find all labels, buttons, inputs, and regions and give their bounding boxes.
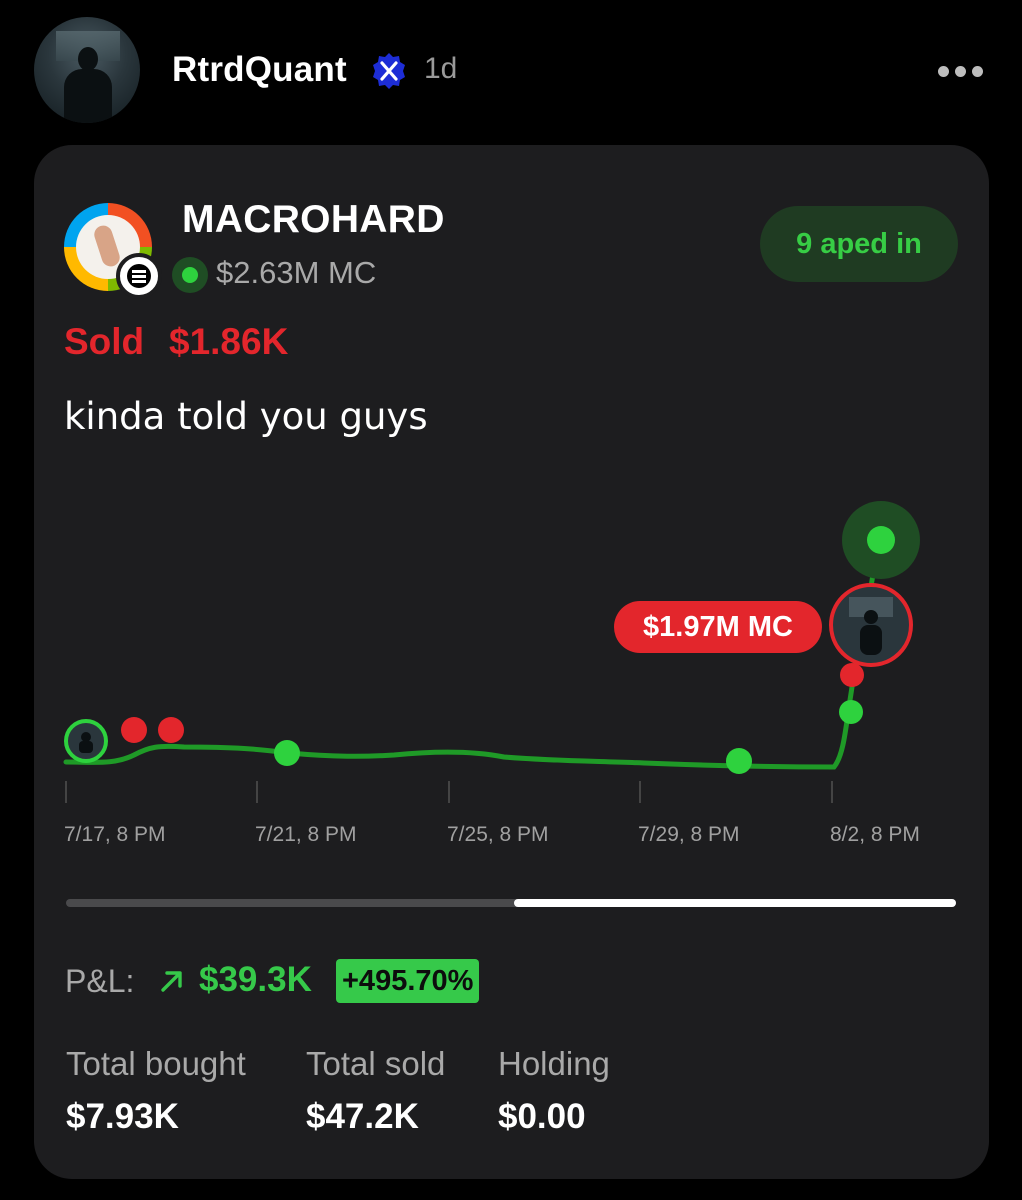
post-time: 1d [424,52,458,85]
post-caption: kinda told you guys [64,395,428,438]
x-tick-label-1: 7/21, 8 PM [255,823,357,846]
trade-action-label: Sold [64,321,145,362]
x-axis: 7/17, 8 PM 7/21, 8 PM 7/25, 8 PM 7/29, 8… [64,781,920,846]
annotation-text: $1.97M MC [643,611,793,643]
total-bought-value: $7.93K [66,1097,179,1136]
avatar-figure-body [64,69,112,123]
avatar-figure-head [78,47,98,71]
aped-in-button[interactable]: 9 aped in [760,206,958,282]
sell-marker[interactable] [840,663,864,687]
trade-markers: $1.97M MC [64,501,920,774]
total-sold-value: $47.2K [306,1097,419,1136]
trade-amount: $1.86K [169,321,289,362]
start-avatar-marker[interactable] [64,719,108,763]
trade-card[interactable]: MACROHARD $2.63M MC 9 aped in Sold $1.86… [34,145,989,1179]
token-name[interactable]: MACROHARD [182,198,445,242]
x-tick-label-3: 7/29, 8 PM [638,823,740,846]
token-market-cap: $2.63M MC [216,255,377,290]
buy-marker[interactable] [839,700,863,724]
holding-value: $0.00 [498,1097,586,1136]
arrow-up-right-icon [161,971,182,992]
pnl-value: $39.3K [199,960,312,999]
sell-marker[interactable] [158,717,184,743]
buy-marker[interactable] [726,748,752,774]
solana-icon [116,253,162,299]
x-tick-label-4: 8/2, 8 PM [830,823,920,846]
buy-marker[interactable] [274,740,300,766]
pnl-percent-badge: +495.70% [336,959,480,1003]
total-sold-label: Total sold [306,1045,446,1082]
chart-scrollbar[interactable] [66,899,956,907]
pnl-label: P&L: [65,963,135,999]
current-price-marker[interactable] [867,526,895,554]
username[interactable]: RtrdQuant [172,50,347,90]
live-status-dot-icon [172,257,208,293]
chart-scrollbar-thumb[interactable] [514,899,956,907]
price-chart[interactable]: 7/17, 8 PM 7/21, 8 PM 7/25, 8 PM 7/29, 8… [34,485,989,855]
holding-label: Holding [498,1045,610,1082]
x-tick-label-0: 7/17, 8 PM [64,823,166,846]
user-avatar[interactable] [34,17,140,123]
market-cap-annotation: $1.97M MC [614,601,822,653]
x-logo-badge-icon [373,53,405,89]
more-horizontal-icon[interactable] [936,58,984,86]
x-tick-label-2: 7/25, 8 PM [447,823,549,846]
sell-marker[interactable] [121,717,147,743]
user-exit-avatar-marker[interactable] [829,583,913,667]
post-header: RtrdQuant 1d [0,0,1022,140]
total-bought-label: Total bought [66,1045,246,1082]
